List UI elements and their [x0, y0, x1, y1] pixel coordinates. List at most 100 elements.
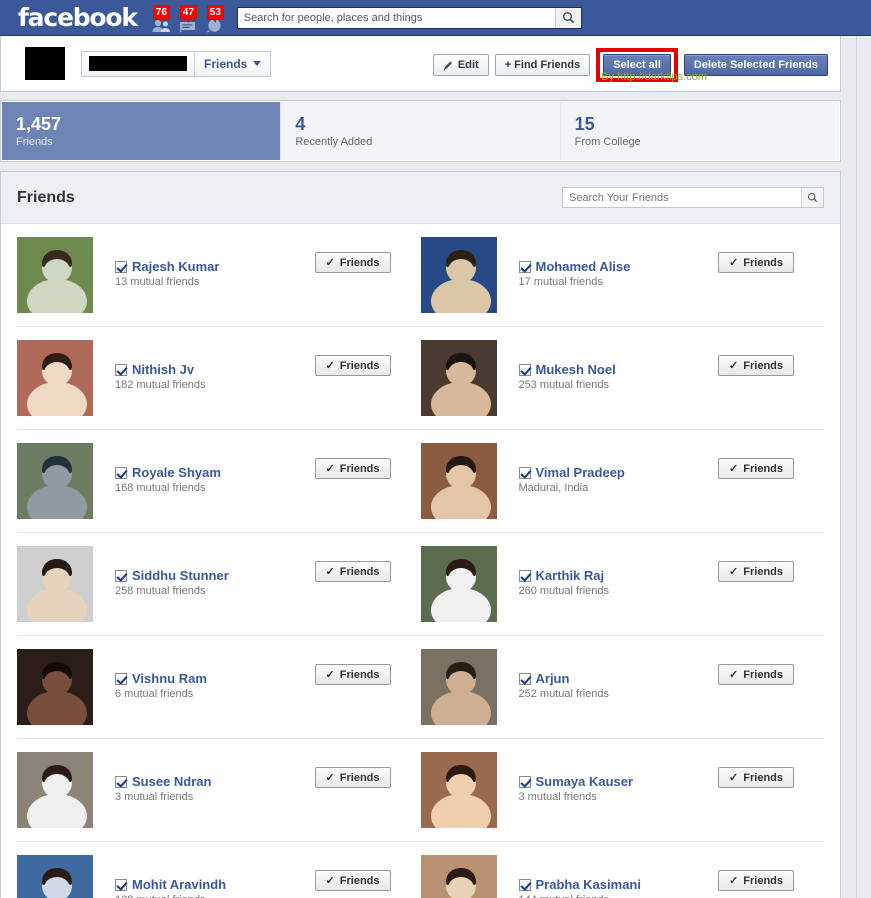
friend-row: Royale Shyam 168 mutual friends ✓ Friends — [17, 430, 421, 533]
friend-status-button[interactable]: ✓ Friends — [314, 355, 391, 376]
friend-name-link[interactable]: Siddhu Stunner — [132, 568, 229, 583]
friend-avatar[interactable] — [17, 752, 93, 828]
friend-row: Nithish Jv 182 mutual friends ✓ Friends — [17, 327, 421, 430]
friend-name-link[interactable]: Prabha Kasimani — [536, 877, 642, 892]
friend-status-button[interactable]: ✓ Friends — [314, 561, 391, 582]
friend-select-checkbox[interactable] — [518, 672, 531, 685]
friend-name-link[interactable]: Sumaya Kauser — [536, 774, 634, 789]
messages-badge: 47 — [179, 4, 197, 23]
friend-status-label: Friends — [339, 359, 380, 372]
friend-status-button[interactable]: ✓ Friends — [718, 458, 794, 479]
friend-status-button[interactable]: ✓ Friends — [718, 870, 794, 891]
friend-avatar[interactable] — [17, 443, 93, 519]
pencil-icon — [443, 61, 452, 70]
global-search[interactable] — [236, 6, 582, 29]
edit-label: Edit — [457, 59, 479, 71]
friend-avatar[interactable] — [17, 855, 93, 898]
friend-select-checkbox[interactable] — [518, 466, 531, 479]
friend-status-button[interactable]: ✓ Friends — [314, 664, 391, 685]
chevron-down-icon — [253, 61, 262, 66]
friends-stats-strip: 1,457 Friends 4 Recently Added 15 From C… — [0, 100, 841, 162]
friend-select-checkbox[interactable] — [115, 260, 127, 273]
friends-tab-dropdown[interactable]: Friends — [194, 51, 270, 76]
friend-status-button[interactable]: ✓ Friends — [718, 355, 794, 376]
check-icon: ✓ — [729, 463, 739, 475]
friend-name-link[interactable]: Mohit Aravindh — [132, 877, 226, 892]
friend-avatar[interactable] — [420, 855, 497, 898]
stat-tile-friends[interactable]: 1,457 Friends — [2, 102, 282, 160]
friend-avatar[interactable] — [17, 546, 93, 622]
friend-avatar[interactable] — [17, 237, 93, 313]
friend-name-link[interactable]: Susee Ndran — [132, 774, 211, 789]
friend-status-label: Friends — [743, 462, 783, 475]
friend-status-button[interactable]: ✓ Friends — [718, 252, 794, 273]
search-button[interactable] — [554, 7, 581, 28]
friend-select-checkbox[interactable] — [115, 569, 127, 582]
friend-status-button[interactable]: ✓ Friends — [718, 561, 794, 582]
friend-row: Arjun 252 mutual friends ✓ Friends — [420, 636, 824, 739]
stat-from-college-count: 15 — [574, 114, 595, 134]
friend-row: Mukesh Noel 253 mutual friends ✓ Friends — [420, 327, 824, 430]
friend-status-button[interactable]: ✓ Friends — [314, 767, 391, 788]
facebook-logo[interactable]: facebook — [18, 3, 138, 33]
find-friends-button[interactable]: + Find Friends — [494, 54, 591, 76]
friend-name-link[interactable]: Arjun — [536, 671, 570, 686]
friend-select-checkbox[interactable] — [518, 363, 531, 376]
friend-select-checkbox[interactable] — [115, 672, 127, 685]
friends-search-button[interactable] — [801, 188, 823, 207]
messages-icon[interactable]: 47 — [176, 4, 200, 35]
friend-subtitle: 128 mutual friends — [115, 894, 407, 898]
friend-select-checkbox[interactable] — [115, 878, 127, 891]
friend-avatar[interactable] — [420, 649, 497, 725]
friend-status-label: Friends — [743, 668, 783, 681]
friend-requests-icon[interactable]: 76 — [149, 4, 173, 35]
friend-avatar[interactable] — [420, 752, 497, 828]
friend-status-button[interactable]: ✓ Friends — [314, 458, 391, 479]
friend-select-checkbox[interactable] — [518, 260, 531, 273]
edit-button[interactable]: Edit — [432, 54, 489, 76]
stat-tile-from-college[interactable]: 15 From College — [560, 102, 839, 160]
friend-row: Susee Ndran 3 mutual friends ✓ Friends — [17, 739, 421, 842]
friend-subtitle: 6 mutual friends — [115, 688, 194, 700]
friend-status-button[interactable]: ✓ Friends — [314, 252, 391, 273]
friend-select-checkbox[interactable] — [115, 363, 127, 376]
friend-select-checkbox[interactable] — [518, 878, 531, 891]
friend-subtitle: 253 mutual friends — [518, 379, 610, 391]
friend-name-link[interactable]: Vishnu Ram — [132, 671, 207, 686]
friend-row: Mohit Aravindh 128 mutual friends ✓ Friends — [17, 842, 421, 898]
friend-subtitle: 3 mutual friends — [115, 791, 194, 803]
find-friends-label: + Find Friends — [504, 59, 581, 71]
friend-select-checkbox[interactable] — [115, 466, 127, 479]
friend-select-checkbox[interactable] — [115, 775, 127, 788]
friend-avatar[interactable] — [17, 340, 93, 416]
friend-select-checkbox[interactable] — [518, 775, 531, 788]
friend-name-link[interactable]: Mukesh Noel — [536, 362, 616, 377]
friend-name-link[interactable]: Karthik Raj — [536, 568, 605, 583]
friend-name-link[interactable]: Royale Shyam — [132, 465, 221, 480]
friend-name-link[interactable]: Nithish Jv — [132, 362, 194, 377]
friend-select-checkbox[interactable] — [518, 569, 531, 582]
page-right-gutter — [856, 36, 871, 898]
friend-name-link[interactable]: Rajesh Kumar — [132, 259, 219, 274]
friends-search-input[interactable] — [563, 188, 801, 207]
friends-panel: Friends Rajesh Kumar 13 mutual friends ✓ Fr… — [0, 171, 841, 898]
friend-avatar[interactable] — [420, 546, 497, 622]
check-icon: ✓ — [729, 360, 739, 372]
profile-name-pill[interactable]: Friends — [81, 50, 272, 77]
friend-status-label: Friends — [743, 256, 783, 269]
friends-search[interactable] — [562, 187, 824, 208]
friend-status-button[interactable]: ✓ Friends — [718, 664, 794, 685]
search-input[interactable] — [237, 7, 555, 28]
stat-tile-recently-added[interactable]: 4 Recently Added — [281, 102, 561, 160]
notifications-icon[interactable]: 53 — [203, 4, 227, 35]
page-content: Friends Edit + Find Friends Select all D… — [0, 36, 856, 898]
friends-panel-title: Friends — [17, 188, 75, 206]
friend-status-button[interactable]: ✓ Friends — [314, 870, 391, 891]
friend-avatar[interactable] — [420, 443, 497, 519]
friend-status-button[interactable]: ✓ Friends — [718, 767, 794, 788]
friend-name-link[interactable]: Vimal Pradeep — [536, 465, 625, 480]
friend-avatar[interactable] — [420, 237, 497, 313]
friend-avatar[interactable] — [420, 340, 497, 416]
friend-avatar[interactable] — [17, 649, 93, 725]
friend-name-link[interactable]: Mohamed Alise — [536, 259, 631, 274]
